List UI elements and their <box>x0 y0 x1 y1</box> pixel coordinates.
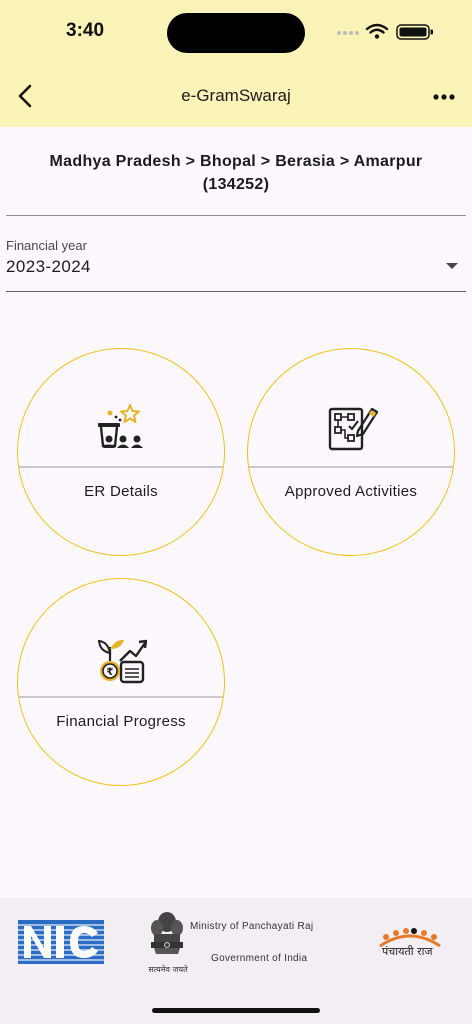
home-indicator[interactable] <box>152 1008 320 1013</box>
tile-label: ER Details <box>84 483 158 500</box>
dynamic-island <box>167 13 305 53</box>
svg-text:₹: ₹ <box>107 667 114 678</box>
divider <box>6 215 466 216</box>
dropdown-arrow-icon <box>446 263 458 269</box>
tile-label: Financial Progress <box>56 713 186 730</box>
financial-growth-icon: ₹ <box>97 639 148 684</box>
location-code: (134252) <box>202 176 270 193</box>
activity-plan-icon <box>328 407 379 451</box>
wifi-icon <box>365 23 389 34</box>
status-bar: 3:40 <box>0 0 472 64</box>
status-icons <box>337 23 433 40</box>
financial-progress-tile[interactable]: ₹ Financial Progress <box>17 578 225 786</box>
financial-year-underline <box>6 291 466 292</box>
app-bar: e-GramSwaraj <box>0 64 472 127</box>
financial-year-label: Financial year <box>6 238 87 253</box>
tile-divider <box>248 466 454 468</box>
wifi-dot <box>374 34 380 39</box>
elected-representatives-icon <box>98 404 143 448</box>
footer: सत्यमेव जयते Ministry of Panchayati Raj … <box>0 898 472 1024</box>
battery-icon <box>396 24 433 40</box>
status-time: 3:40 <box>66 20 105 41</box>
national-emblem-logo <box>151 912 183 954</box>
location-breadcrumb: Madhya Pradesh > Bhopal > Berasia > Amar… <box>20 150 452 196</box>
nic-logo <box>18 920 104 964</box>
er-details-tile[interactable]: ER Details <box>17 348 225 556</box>
emblem-motto: सत्यमेव जयते <box>148 965 188 974</box>
panchayati-raj-text: पंचायती राज <box>382 945 433 958</box>
more-options-icon[interactable] <box>428 82 460 110</box>
tile-label: Approved Activities <box>284 483 418 500</box>
tile-divider <box>18 696 224 698</box>
app-title: e-GramSwaraj <box>181 86 291 105</box>
approved-activities-tile[interactable]: Approved Activities <box>247 348 455 556</box>
financial-year-value: 2023-2024 <box>6 257 91 276</box>
tile-divider <box>18 466 224 468</box>
ministry-name: Ministry of Panchayati Raj <box>190 921 314 932</box>
breadcrumb-path: Madhya Pradesh > Bhopal > Berasia > Amar… <box>49 153 423 170</box>
government-name: Government of India <box>211 953 308 964</box>
cellular-signal-icon <box>337 31 359 35</box>
